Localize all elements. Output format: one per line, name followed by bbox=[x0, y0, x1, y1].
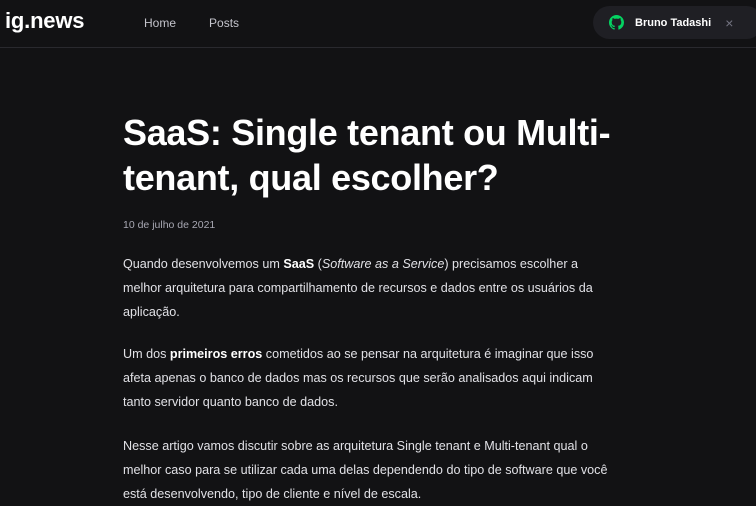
text-run: Nesse artigo vamos discutir sobre as arq… bbox=[123, 439, 608, 501]
nav-posts-link[interactable]: Posts bbox=[209, 16, 239, 30]
article-paragraph-1: Quando desenvolvemos um SaaS (Software a… bbox=[123, 252, 618, 324]
user-name: Bruno Tadashi bbox=[635, 16, 712, 29]
close-icon[interactable]: × bbox=[725, 16, 733, 30]
article-title: SaaS: Single tenant ou Multi-tenant, qua… bbox=[123, 112, 611, 198]
site-header: ig.news Home Posts Bruno Tadashi × bbox=[0, 0, 756, 48]
text-run: Um dos bbox=[123, 347, 170, 361]
article-paragraph-2: Um dos primeiros erros cometidos ao se p… bbox=[123, 342, 618, 414]
bold-text: SaaS bbox=[283, 257, 315, 271]
article-paragraph-3: Nesse artigo vamos discutir sobre as arq… bbox=[123, 434, 618, 506]
site-logo[interactable]: ig.news bbox=[5, 8, 84, 34]
nav-home-link[interactable]: Home bbox=[144, 16, 176, 30]
italic-text: Software as a Service bbox=[321, 257, 445, 271]
bold-text: primeiros erros bbox=[169, 347, 263, 361]
article-date: 10 de julho de 2021 bbox=[123, 219, 216, 231]
text-run: Quando desenvolvemos um bbox=[123, 257, 284, 271]
github-icon bbox=[609, 15, 624, 30]
article: SaaS: Single tenant ou Multi-tenant, qua… bbox=[123, 110, 643, 506]
text-run: ( bbox=[314, 257, 322, 271]
github-signout-button[interactable]: Bruno Tadashi × bbox=[593, 6, 756, 39]
main-nav: Home Posts bbox=[144, 16, 239, 30]
